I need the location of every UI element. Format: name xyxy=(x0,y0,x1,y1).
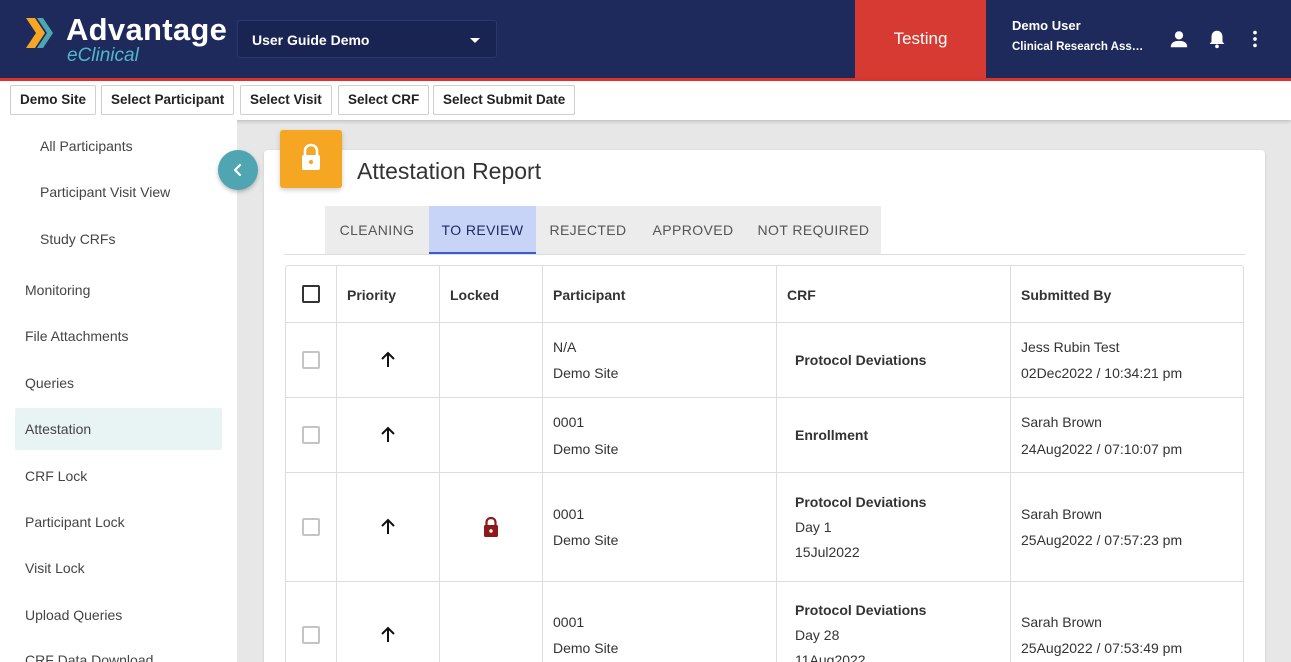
select-all-checkbox[interactable] xyxy=(302,285,320,303)
crf-visit: Day 28 xyxy=(795,627,840,643)
participant-id: 0001 xyxy=(553,614,585,630)
report-lock-tile xyxy=(280,130,342,188)
crf-name[interactable]: Enrollment xyxy=(795,427,868,443)
visit-filter-button[interactable]: Select Visit xyxy=(240,85,332,115)
page-title: Attestation Report xyxy=(357,158,542,184)
crf-name[interactable]: Protocol Deviations xyxy=(795,352,926,368)
submitted-timestamp: 02Dec2022 / 10:34:21 pm xyxy=(1021,365,1183,381)
logo-chevrons-icon xyxy=(26,18,53,48)
user-role: Clinical Research Asso... xyxy=(1012,41,1147,53)
submitted-timestamp: 25Aug2022 / 07:53:49 pm xyxy=(1021,640,1183,656)
tab-not-required[interactable]: NOT REQUIRED xyxy=(746,206,881,254)
column-header-participant[interactable]: Participant xyxy=(553,287,625,303)
more-vert-icon[interactable] xyxy=(1244,28,1266,50)
sidebar-item-crf-data-download[interactable]: CRF Data Download xyxy=(25,652,153,662)
column-header-submitted-by[interactable]: Submitted By xyxy=(1021,287,1111,303)
sidebar-item-file-attachments[interactable]: File Attachments xyxy=(25,328,129,344)
lock-icon xyxy=(302,143,320,170)
user-info: Demo User Clinical Research Asso... xyxy=(1012,18,1147,53)
participant-site: Demo Site xyxy=(553,532,619,548)
sidebar-item-queries[interactable]: Queries xyxy=(25,375,74,391)
participant-site: Demo Site xyxy=(553,365,619,381)
column-divider xyxy=(1010,266,1011,662)
submitted-by-name: Sarah Brown xyxy=(1021,614,1102,630)
column-divider xyxy=(336,266,337,662)
sidebar-item-upload-queries[interactable]: Upload Queries xyxy=(25,607,122,623)
column-header-crf[interactable]: CRF xyxy=(787,287,816,303)
user-name: Demo User xyxy=(1012,18,1081,33)
column-header-priority[interactable]: Priority xyxy=(347,287,396,303)
chevron-left-icon xyxy=(233,163,242,177)
collapse-sidebar-button[interactable] xyxy=(218,150,258,190)
filter-bar: Demo Site Select Participant Select Visi… xyxy=(0,81,1291,120)
column-divider xyxy=(542,266,543,662)
row-checkbox[interactable] xyxy=(302,518,320,536)
sidebar-item-visit-lock[interactable]: Visit Lock xyxy=(25,560,85,576)
brand-subtitle: eClinical xyxy=(67,45,139,66)
column-divider xyxy=(776,266,777,662)
submit-date-filter-button[interactable]: Select Submit Date xyxy=(433,85,576,115)
sidebar-item-attestation[interactable]: Attestation xyxy=(25,421,91,437)
row-checkbox[interactable] xyxy=(302,426,320,444)
submitted-by-name: Sarah Brown xyxy=(1021,506,1102,522)
brand-name: Advantage xyxy=(66,12,228,47)
row-checkbox[interactable] xyxy=(302,351,320,369)
row-divider xyxy=(286,581,1243,582)
sidebar-item-participant-lock[interactable]: Participant Lock xyxy=(25,514,125,530)
submitted-by-name: Sarah Brown xyxy=(1021,414,1102,430)
attestation-table: Priority Locked Participant CRF Submitte… xyxy=(285,265,1244,662)
participant-id: 0001 xyxy=(553,506,585,522)
study-select-value: User Guide Demo xyxy=(252,32,370,48)
row-checkbox[interactable] xyxy=(302,626,320,644)
crf-name[interactable]: Protocol Deviations xyxy=(795,602,926,618)
sidebar-item-monitoring[interactable]: Monitoring xyxy=(25,282,90,298)
crf-date: 11Aug2022 xyxy=(795,652,866,662)
priority-up-arrow-icon xyxy=(381,426,395,442)
tab-to-review[interactable]: TO REVIEW xyxy=(429,206,536,254)
tab-approved[interactable]: APPROVED xyxy=(640,206,746,254)
crf-name[interactable]: Protocol Deviations xyxy=(795,494,926,510)
participant-filter-button[interactable]: Select Participant xyxy=(101,85,235,115)
tab-rejected[interactable]: REJECTED xyxy=(536,206,640,254)
crf-date: 15Jul2022 xyxy=(795,544,860,560)
study-select[interactable]: User Guide Demo xyxy=(237,20,497,58)
environment-badge: Testing xyxy=(855,0,986,78)
submitted-by-name: Jess Rubin Test xyxy=(1021,339,1120,355)
tabs-divider xyxy=(284,254,1245,255)
tab-cleaning[interactable]: CLEANING xyxy=(325,206,429,254)
app-header: Advantage eClinical User Guide Demo Test… xyxy=(0,0,1291,78)
column-divider xyxy=(439,266,440,662)
report-tabs: CLEANING TO REVIEW REJECTED APPROVED NOT… xyxy=(325,206,881,254)
participant-id: N/A xyxy=(553,339,577,355)
notifications-icon[interactable] xyxy=(1206,28,1228,50)
participant-id: 0001 xyxy=(553,414,585,430)
submitted-timestamp: 25Aug2022 / 07:57:23 pm xyxy=(1021,532,1183,548)
sidebar-item-all-participants[interactable]: All Participants xyxy=(40,138,133,154)
priority-up-arrow-icon xyxy=(381,626,395,642)
sidebar-item-study-crfs[interactable]: Study CRFs xyxy=(40,231,115,247)
locked-icon xyxy=(484,516,498,537)
site-filter-button[interactable]: Demo Site xyxy=(10,85,97,115)
row-divider xyxy=(286,322,1243,323)
crf-visit: Day 1 xyxy=(795,519,832,535)
row-divider xyxy=(286,472,1243,473)
column-header-locked[interactable]: Locked xyxy=(450,287,499,303)
priority-up-arrow-icon xyxy=(381,518,395,534)
app-logo[interactable]: Advantage eClinical xyxy=(26,12,228,68)
account-icon[interactable] xyxy=(1168,28,1190,50)
sidebar-item-participant-visit-view[interactable]: Participant Visit View xyxy=(40,184,170,200)
priority-up-arrow-icon xyxy=(381,351,395,367)
sidebar: All Participants Participant Visit View … xyxy=(0,120,237,662)
sidebar-item-crf-lock[interactable]: CRF Lock xyxy=(25,468,87,484)
row-divider xyxy=(286,397,1243,398)
participant-site: Demo Site xyxy=(553,441,619,457)
crf-filter-button[interactable]: Select CRF xyxy=(338,85,430,115)
participant-site: Demo Site xyxy=(553,640,619,656)
chevron-down-icon xyxy=(470,38,480,43)
submitted-timestamp: 24Aug2022 / 07:10:07 pm xyxy=(1021,441,1183,457)
